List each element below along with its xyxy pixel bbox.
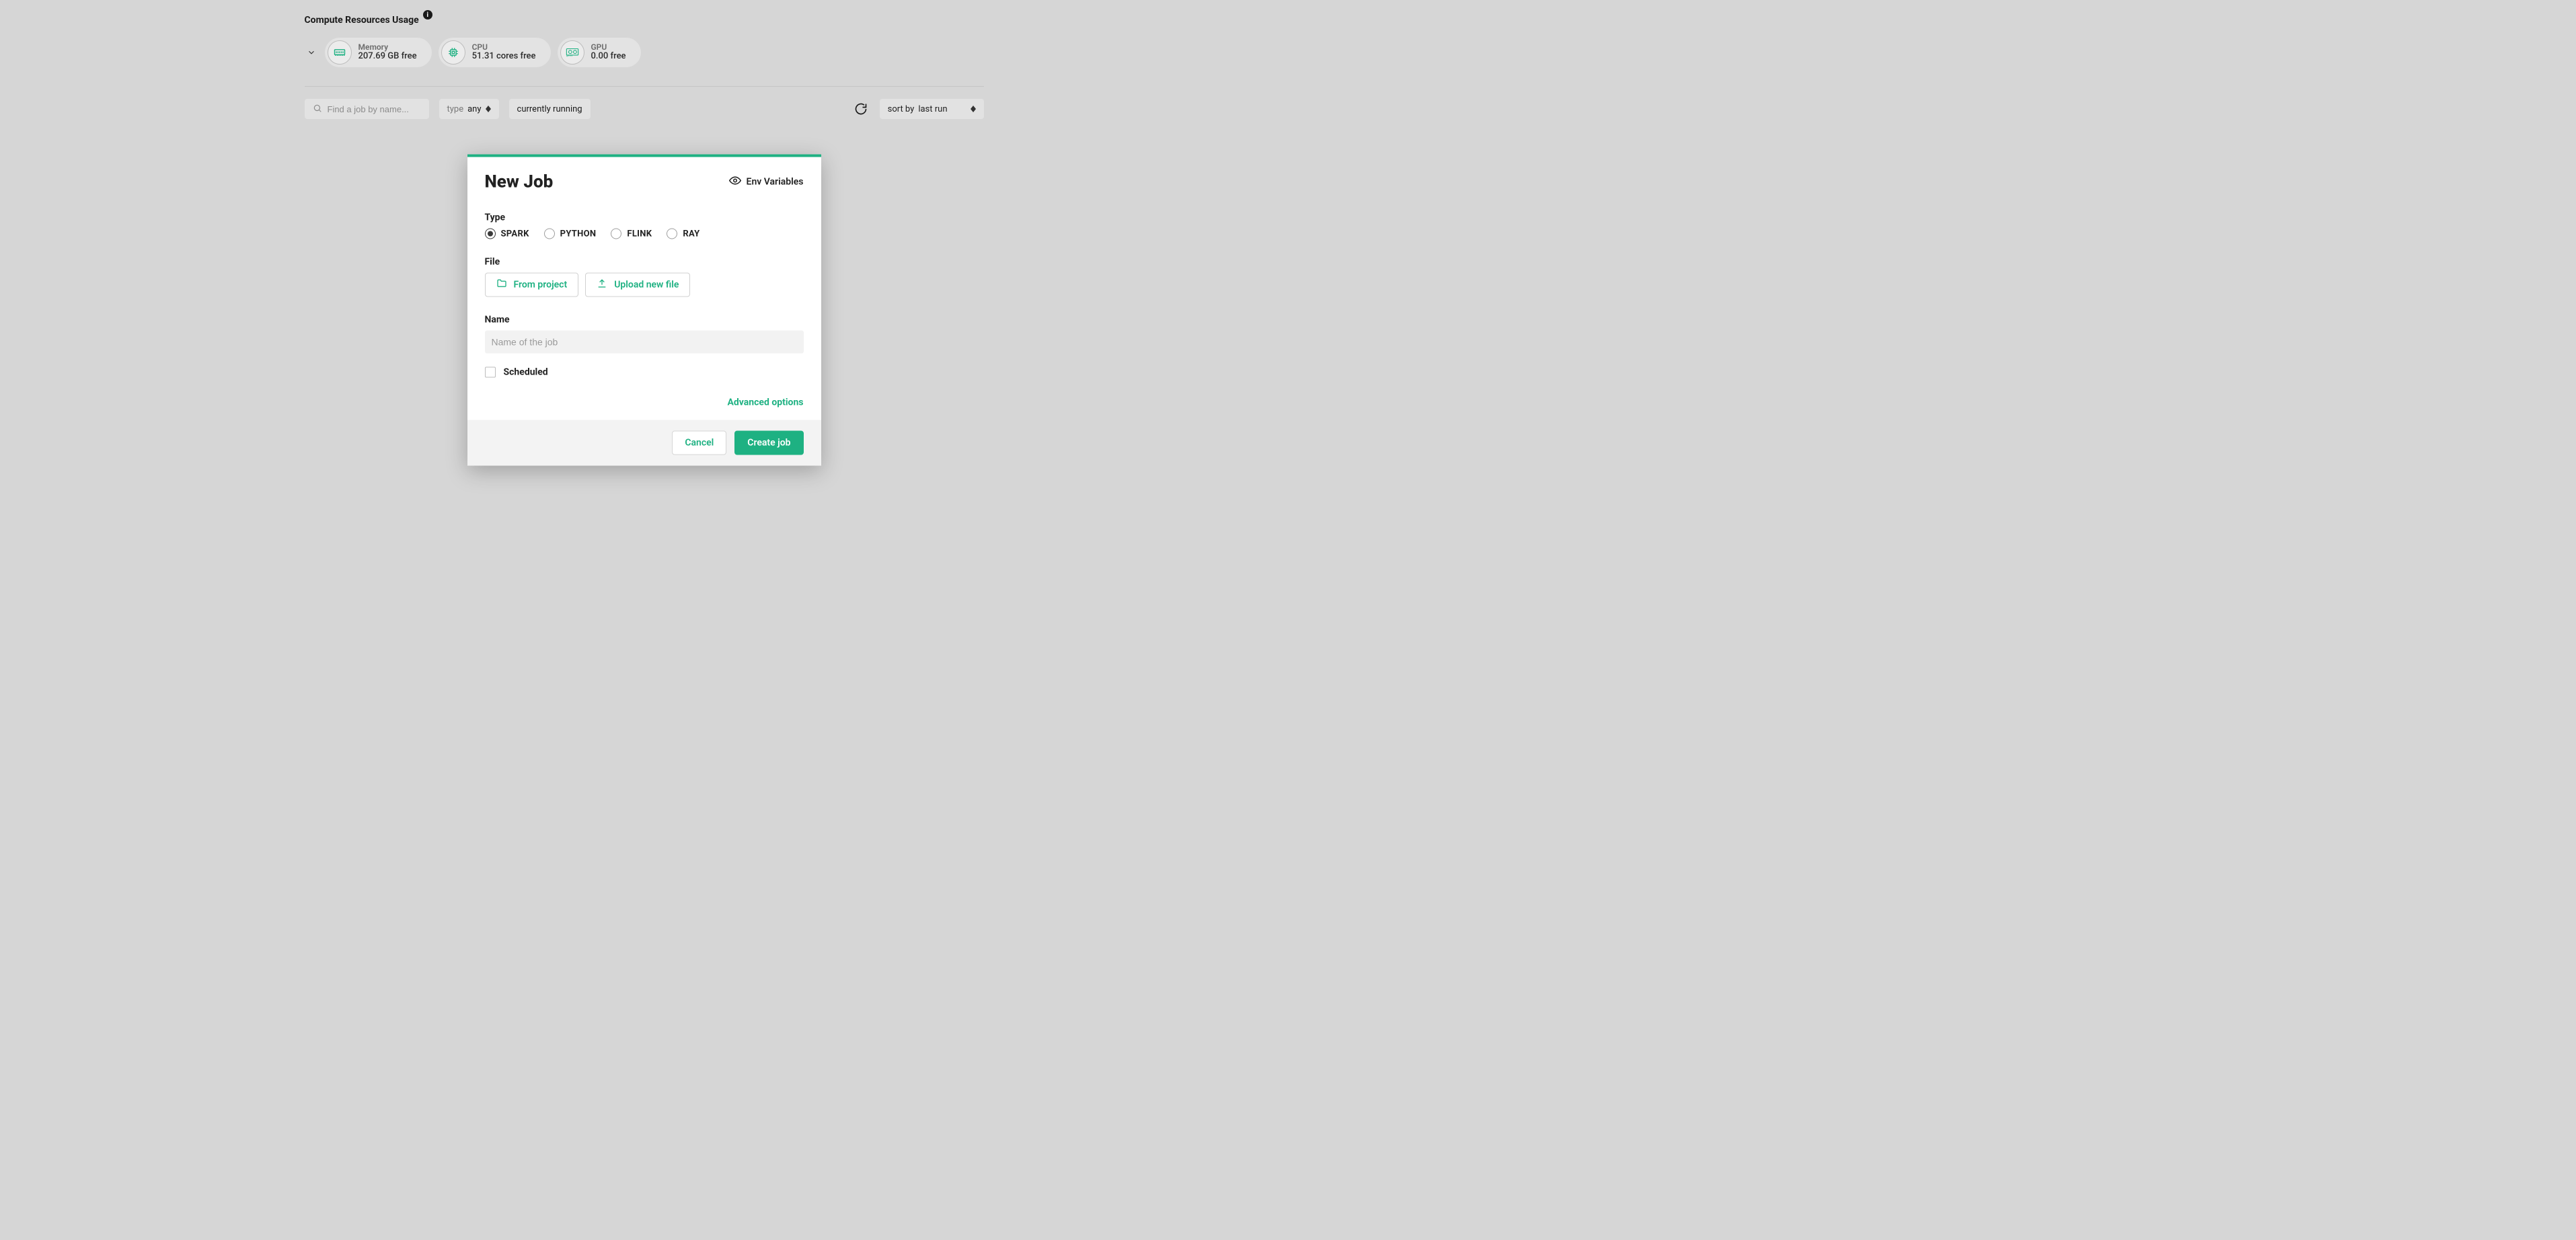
- modal-title: New Job: [485, 172, 554, 192]
- sort-select[interactable]: sort by last run: [880, 99, 984, 119]
- memory-pill[interactable]: Memory 207.69 GB free: [325, 38, 432, 67]
- search-icon: [313, 103, 322, 116]
- eye-icon: [729, 175, 741, 190]
- memory-label: Memory: [358, 43, 417, 52]
- advanced-options-link[interactable]: Advanced options: [728, 397, 804, 408]
- radio-spark[interactable]: SPARK: [485, 229, 529, 239]
- page-title: Compute Resources Usage: [305, 15, 419, 26]
- gpu-label: GPU: [591, 43, 626, 52]
- radio-python[interactable]: PYTHON: [544, 229, 597, 239]
- env-variables-label: Env Variables: [747, 177, 804, 188]
- radio-icon: [667, 229, 677, 239]
- radio-icon: [544, 229, 555, 239]
- running-filter[interactable]: currently running: [509, 99, 591, 119]
- memory-icon: [328, 40, 352, 65]
- chevron-down-icon[interactable]: [305, 46, 318, 59]
- type-radio-group: SPARK PYTHON FLINK RAY: [485, 229, 804, 239]
- scheduled-checkbox[interactable]: [485, 367, 496, 378]
- upload-icon: [597, 278, 607, 292]
- sort-value: last run: [918, 104, 947, 114]
- cancel-label: Cancel: [685, 438, 714, 449]
- radio-flink-label: FLINK: [627, 229, 652, 239]
- page: Compute Resources Usage i Memory 207.69 …: [305, 0, 984, 119]
- type-filter[interactable]: type any: [439, 99, 499, 119]
- search-box[interactable]: [305, 99, 429, 119]
- cpu-value: 51.31 cores free: [472, 52, 536, 62]
- from-project-label: From project: [514, 280, 568, 290]
- cpu-label: CPU: [472, 43, 536, 52]
- modal-footer: Cancel Create job: [467, 420, 821, 466]
- type-section-label: Type: [485, 212, 804, 223]
- cpu-icon: [441, 40, 465, 65]
- refresh-icon[interactable]: [854, 102, 868, 116]
- header: Compute Resources Usage i: [305, 15, 984, 26]
- cpu-pill[interactable]: CPU 51.31 cores free: [439, 38, 551, 67]
- upload-file-label: Upload new file: [614, 280, 679, 290]
- env-variables-link[interactable]: Env Variables: [729, 175, 804, 190]
- gpu-value: 0.00 free: [591, 52, 626, 62]
- sort-arrows-icon: [486, 106, 491, 112]
- scheduled-label: Scheduled: [504, 367, 548, 378]
- memory-value: 207.69 GB free: [358, 52, 417, 62]
- folder-icon: [496, 278, 507, 292]
- resource-pills: Memory 207.69 GB free CPU 51.31 cores fr…: [305, 38, 984, 67]
- info-icon[interactable]: i: [423, 10, 432, 20]
- type-filter-label: type: [447, 104, 464, 114]
- new-job-modal: New Job Env Variables Type SPARK PYTHON …: [467, 155, 821, 466]
- divider: [305, 86, 984, 87]
- radio-flink[interactable]: FLINK: [611, 229, 652, 239]
- name-section-label: Name: [485, 315, 804, 325]
- sort-label: sort by: [888, 104, 915, 114]
- gpu-icon: [560, 40, 584, 65]
- from-project-button[interactable]: From project: [485, 273, 579, 297]
- type-filter-value: any: [467, 104, 481, 114]
- radio-icon: [485, 229, 496, 239]
- toolbar: type any currently running sort by last …: [305, 99, 984, 119]
- job-name-input[interactable]: [485, 331, 804, 354]
- running-filter-label: currently running: [517, 104, 582, 114]
- radio-ray-label: RAY: [683, 229, 699, 239]
- cancel-button[interactable]: Cancel: [672, 431, 726, 455]
- create-job-button[interactable]: Create job: [734, 431, 803, 455]
- gpu-pill[interactable]: GPU 0.00 free: [558, 38, 641, 67]
- radio-icon: [611, 229, 621, 239]
- create-label: Create job: [747, 438, 790, 449]
- file-section-label: File: [485, 257, 804, 268]
- radio-ray[interactable]: RAY: [667, 229, 699, 239]
- search-input[interactable]: [328, 104, 421, 114]
- upload-file-button[interactable]: Upload new file: [585, 273, 690, 297]
- sort-arrows-icon: [971, 106, 976, 112]
- radio-spark-label: SPARK: [501, 229, 529, 239]
- radio-python-label: PYTHON: [560, 229, 597, 239]
